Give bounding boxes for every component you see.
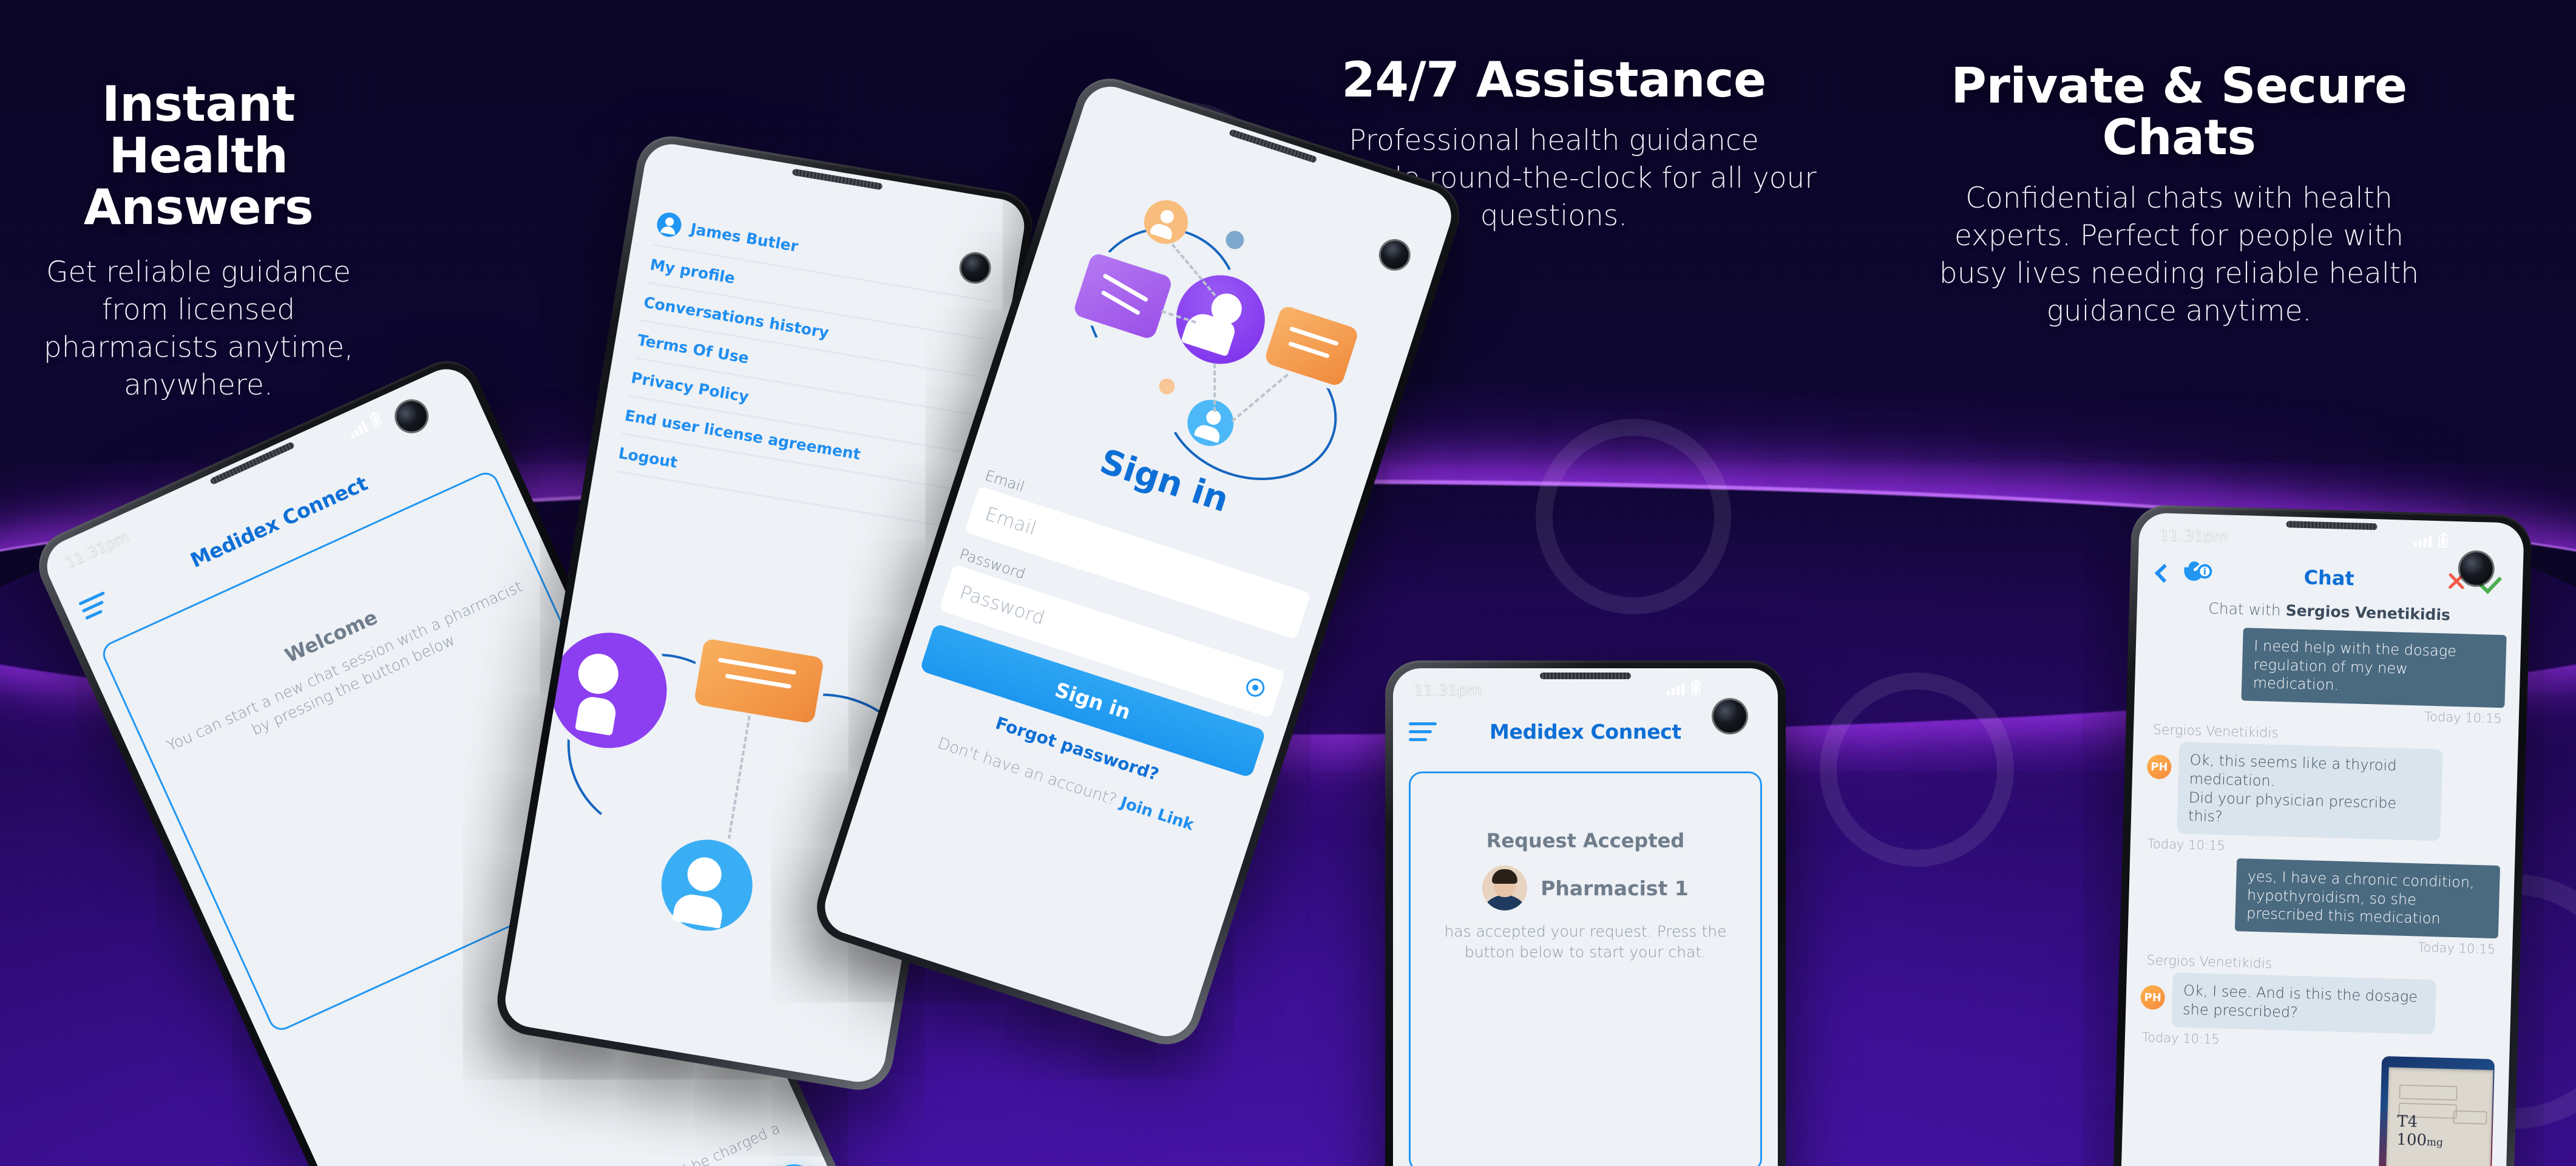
status-bar-time: 11:31pm [1414,680,1482,698]
avatar-icon [655,211,683,239]
attachment-row: T4 100mg [2136,1049,2495,1166]
illustration-avatar-orange-body [1149,222,1174,240]
illustration-dot-blue [1223,228,1247,252]
show-password-icon[interactable] [1244,676,1267,699]
attachment-hw-unit: mg [2426,1136,2444,1149]
message-row-in: PH Ok, I see. And is this the dosage she… [2140,972,2496,1036]
request-accepted-body: has accepted your request. Press the but… [1444,923,1727,961]
battery-icon [1692,680,1700,695]
illustration-dash-b [1161,310,1196,324]
illustration-dash-1 [725,715,751,854]
request-accepted-card: Request Accepted Pharmacist 1 has accept… [1409,771,1762,1166]
sender-avatar: PH [2146,754,2172,780]
illustration-bubble-purple [1072,251,1174,341]
illustration-bubble-orange [693,638,825,724]
pharmacist-avatar [1482,866,1528,910]
message-bubble-in: Ok, this seems like a thyroid medication… [2177,742,2442,841]
illustration-avatar-cyan-head [1204,408,1223,427]
feature-body: Confidential chats with health experts. … [1939,181,2419,328]
illustration-avatar-cyan [1181,393,1240,452]
illustration-dash-a [1171,243,1216,297]
illustration-avatar-purple [543,624,676,757]
battery-icon [2438,534,2448,548]
feature-column-instant-health-answers: Instant Health Answers Get reliable guid… [13,76,384,405]
chat-subtitle-prefix: Chat with [2208,599,2286,620]
pharmacist-info-icon[interactable]: i [2183,561,2212,587]
illustration-avatar-main-purple [1164,263,1276,376]
pharmacist-name: Pharmacist 1 [1541,876,1689,900]
request-accepted-title: Request Accepted [1486,829,1685,852]
drawer-user-name: James Butler [689,219,800,256]
signal-icon [2413,535,2432,547]
illustration-avatar-cyan-body [1193,422,1222,444]
message-row-in: PH Ok, this seems like a thyroid medicat… [2145,741,2503,842]
feature-title: Private & Secure Chats [1951,58,2407,166]
pharmacist-row: Pharmacist 1 [1426,866,1744,910]
illustration-avatar-blue-body [672,892,725,929]
illustration-avatar-purple-body [575,694,618,736]
feature-title: Instant Health Answers [83,76,314,236]
sender-avatar: PH [2140,985,2166,1011]
front-camera [1713,700,1746,733]
attachment-hw-line2: 100 [2396,1130,2427,1150]
feature-title: 24/7 Assistance [1341,52,1766,108]
front-camera [1377,237,1412,273]
email-placeholder: Email [982,503,1039,540]
message-bubble-out: I need help with the dosage regulation o… [2241,628,2507,708]
back-icon[interactable] [2154,563,2174,583]
illustration-avatar-main-body [1181,309,1238,357]
attachment-form-box-1 [2399,1084,2458,1100]
chat-subtitle: Chat with Sergios Venetikidis [2137,597,2522,626]
attachment-handwriting: T4 100mg [2396,1112,2444,1150]
illustration-avatar-purple-head [575,651,622,697]
status-bar-icons [2413,534,2448,548]
attachment-hw-line1: T4 [2396,1112,2418,1131]
phone-mockup-chat: 11:31pm i Chat Chat with Sergios Venetik… [2110,504,2533,1166]
earpiece-speaker [1540,673,1631,679]
menu-icon[interactable] [78,591,112,620]
join-link[interactable]: Join Link [1118,793,1196,834]
signal-icon [1667,683,1684,695]
phone-mockup-request-accepted: 11:31pm Medidex Connect Request Accepted… [1385,660,1786,1166]
message-list[interactable]: I need help with the dosage regulation o… [2121,625,2521,1166]
attachment-form-box-3 [2453,1110,2487,1125]
illustration-dash-c [1213,363,1216,412]
illustration-avatar-main-head [1207,290,1246,328]
feature-body: Get reliable guidance from licensed phar… [43,256,354,402]
message-bubble-out: yes, I have a chronic condition, hypothy… [2235,858,2501,939]
illustration-avatar-blue [654,833,760,938]
illustration-avatar-orange-head [1159,208,1176,225]
message-bubble-in: Ok, I see. And is this the dosage she pr… [2171,972,2436,1034]
illustration-bubble-orange-2 [1263,304,1360,388]
feature-column-private-secure: Private & Secure Chats Confidential chat… [1921,58,2437,330]
menu-icon[interactable] [1409,722,1437,741]
illustration-dot-orange [1157,376,1177,396]
illustration-dash-d [1231,373,1289,422]
illustration-arc-a [1067,208,1259,399]
illustration-avatar-orange [1138,194,1194,250]
chat-title: Chat [2303,565,2355,591]
illustration-avatar-blue-head [685,855,724,894]
status-bar-time: 11:31pm [2159,525,2228,545]
password-placeholder: Password [957,581,1048,629]
illustration-arc-left [559,645,758,844]
status-bar-icons [1667,680,1700,695]
chat-partner-name: Sergios Venetikidis [2285,602,2451,624]
pricing-footnote: When you complete your request, you will… [395,1114,800,1166]
message-attachment-photo[interactable]: T4 100mg [2378,1056,2495,1166]
